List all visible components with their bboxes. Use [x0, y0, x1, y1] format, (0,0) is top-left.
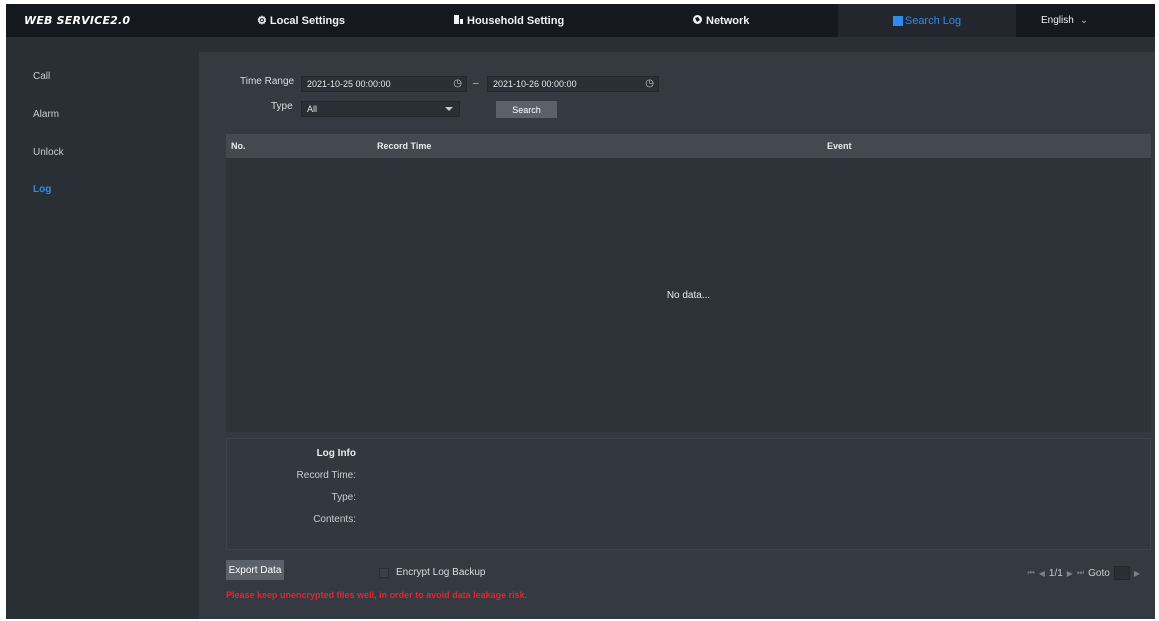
- caret-down-icon: [445, 107, 453, 111]
- log-info-panel: Log Info Record Time: Type: Contents:: [226, 438, 1151, 550]
- export-data-button[interactable]: Export Data: [226, 560, 284, 580]
- type-select[interactable]: All: [301, 101, 460, 117]
- log-info-title: Log Info: [316, 448, 356, 459]
- nav-label: Search Log: [904, 14, 962, 27]
- brand-logo: WEB SERVICE2.0: [24, 14, 131, 27]
- end-time-input[interactable]: 2021-10-26 00:00:00 ◷: [487, 76, 659, 92]
- building-icon: [453, 14, 464, 28]
- sidebar-item-call[interactable]: Call: [33, 71, 50, 82]
- gear-icon: ⚙: [257, 15, 267, 27]
- clock-icon[interactable]: ◷: [645, 78, 654, 89]
- nav-label: Household Setting: [467, 14, 565, 27]
- start-time-value: 2021-10-25 00:00:00: [307, 79, 391, 89]
- nav-search-log[interactable]: Search Log: [838, 4, 1016, 37]
- search-button[interactable]: Search: [496, 101, 557, 118]
- empty-table-message: No data...: [666, 290, 711, 301]
- column-header-no: No.: [231, 141, 246, 151]
- range-separator: –: [473, 78, 479, 89]
- pagination: ⏮ ◀ 1/1 ▶ ⏭ Goto ▶: [1028, 566, 1140, 580]
- goto-page-input[interactable]: [1113, 566, 1130, 580]
- log-table: No. Record Time Event No data...: [226, 134, 1151, 432]
- table-header: No. Record Time Event: [226, 134, 1151, 158]
- goto-go-icon[interactable]: ▶: [1134, 569, 1140, 578]
- type-info-label: Type:: [331, 492, 356, 503]
- column-header-event: Event: [827, 141, 852, 151]
- top-nav-bar: WEB SERVICE2.0 ⚙ Local Settings Househol…: [6, 4, 1155, 37]
- warning-text: Please keep unencrypted files well, in o…: [226, 590, 528, 600]
- clock-icon[interactable]: ◷: [453, 78, 462, 89]
- main-panel: Time Range 2021-10-25 00:00:00 ◷ – 2021-…: [199, 52, 1155, 619]
- nav-label: Network: [706, 14, 750, 27]
- sidebar-item-unlock[interactable]: Unlock: [33, 147, 64, 158]
- language-label: English: [1041, 15, 1074, 26]
- type-label: Type: [271, 101, 293, 112]
- sidebar-item-log[interactable]: Log: [33, 184, 51, 195]
- nav-label: Local Settings: [269, 14, 346, 27]
- page-indicator: 1/1: [1048, 567, 1063, 579]
- language-select[interactable]: English ⌄: [1041, 4, 1088, 37]
- end-time-value: 2021-10-26 00:00:00: [493, 79, 577, 89]
- contents-label: Contents:: [313, 514, 356, 525]
- encrypt-log-label: Encrypt Log Backup: [396, 567, 486, 578]
- prev-page-icon[interactable]: ◀: [1039, 569, 1045, 578]
- type-select-value: All: [307, 104, 318, 114]
- start-time-input[interactable]: 2021-10-25 00:00:00 ◷: [301, 76, 467, 92]
- app-window: WEB SERVICE2.0 ⚙ Local Settings Househol…: [6, 4, 1155, 619]
- sidebar: Call Alarm Unlock Log: [6, 37, 191, 619]
- chevron-down-icon: ⌄: [1079, 15, 1089, 26]
- last-page-icon[interactable]: ⏭: [1077, 568, 1084, 578]
- record-time-label: Record Time:: [296, 470, 356, 481]
- nav-network[interactable]: Network: [692, 4, 749, 37]
- goto-label: Goto: [1088, 567, 1110, 579]
- encrypt-log-checkbox[interactable]: [379, 568, 389, 578]
- globe-icon: [692, 14, 703, 28]
- first-page-icon[interactable]: ⏮: [1028, 568, 1035, 578]
- time-range-label: Time Range: [240, 76, 295, 87]
- nav-local-settings[interactable]: ⚙ Local Settings: [257, 4, 345, 37]
- column-header-record-time: Record Time: [377, 141, 432, 151]
- sidebar-item-alarm[interactable]: Alarm: [33, 109, 59, 120]
- next-page-icon[interactable]: ▶: [1067, 569, 1073, 578]
- nav-household-setting[interactable]: Household Setting: [453, 4, 564, 37]
- search-log-icon: [892, 15, 903, 26]
